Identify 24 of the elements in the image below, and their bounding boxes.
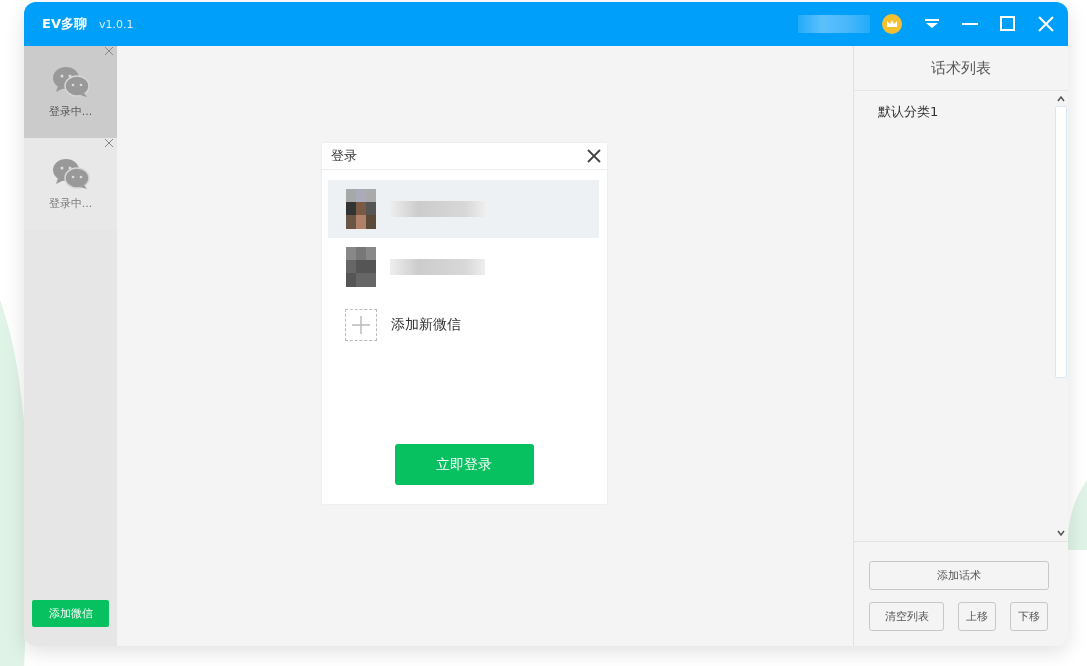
- chat-bubbles-icon: [51, 157, 90, 190]
- move-down-button[interactable]: 下移: [1010, 602, 1048, 631]
- clear-list-button[interactable]: 清空列表: [869, 602, 944, 631]
- redacted-username: [798, 15, 870, 33]
- background-wave: [1067, 480, 1087, 550]
- move-up-button[interactable]: 上移: [958, 602, 996, 631]
- account-item[interactable]: [327, 180, 599, 238]
- session-label: 登录中...: [48, 195, 93, 211]
- panel-title: 话术列表: [854, 46, 1068, 91]
- add-script-button[interactable]: 添加话术: [869, 561, 1049, 590]
- add-new-wechat-label[interactable]: 添加新微信: [390, 316, 461, 334]
- category-item[interactable]: 默认分类1: [878, 103, 1054, 121]
- maximize-icon[interactable]: [998, 16, 1018, 32]
- app-version: v1.0.1: [98, 17, 134, 31]
- chat-bubbles-icon: [51, 65, 90, 98]
- scroll-up-icon[interactable]: [1057, 95, 1065, 103]
- plus-icon[interactable]: [344, 309, 377, 341]
- session-item[interactable]: 登录中...: [24, 46, 117, 138]
- close-icon[interactable]: [586, 149, 601, 163]
- session-label: 登录中...: [48, 103, 93, 119]
- dialog-title: 登录: [330, 147, 357, 165]
- crown-icon[interactable]: [882, 14, 902, 34]
- scroll-down-icon[interactable]: [1057, 529, 1065, 537]
- app-title: EV多聊: [42, 15, 87, 33]
